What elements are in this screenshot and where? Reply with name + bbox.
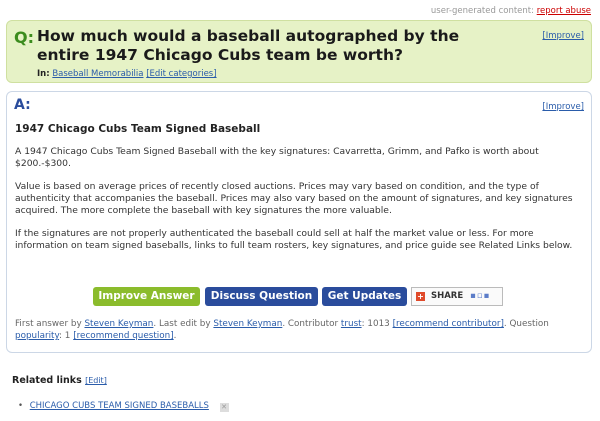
question-categories: In: Baseball Memorabilia [Edit categorie… (37, 69, 217, 79)
credit-text: . Question (503, 319, 549, 329)
improve-answer-link[interactable]: [Improve] (542, 102, 584, 112)
answer-title: 1947 Chicago Cubs Team Signed Baseball (15, 123, 261, 135)
answer-paragraph: A 1947 Chicago Cubs Team Signed Baseball… (15, 146, 539, 169)
in-label: In: (37, 69, 50, 79)
plus-icon: + (416, 292, 425, 301)
get-updates-button[interactable]: Get Updates (322, 287, 407, 306)
trust-value: : 1013 (361, 319, 390, 329)
related-link[interactable]: CHICAGO CUBS TEAM SIGNED BASEBALLS (30, 401, 209, 411)
credit-text: . Contributor (282, 319, 339, 329)
related-links-list: • CHICAGO CUBS TEAM SIGNED BASEBALLS ✕ (18, 401, 229, 412)
popularity-value: : 1 (59, 331, 71, 341)
report-abuse-link[interactable]: report abuse (537, 6, 591, 16)
answer-marker: A: (14, 97, 31, 113)
discuss-question-button[interactable]: Discuss Question (205, 287, 318, 306)
improve-answer-button[interactable]: Improve Answer (93, 287, 200, 306)
recommend-question-link[interactable]: [recommend question] (73, 331, 173, 341)
related-title: Related links (12, 375, 82, 386)
trust-link[interactable]: trust (341, 319, 362, 329)
share-label: SHARE (430, 291, 464, 301)
answer-box: A: [Improve] 1947 Chicago Cubs Team Sign… (6, 91, 592, 353)
edit-related-link[interactable]: [Edit] (85, 376, 107, 385)
popularity-link[interactable]: popularity (15, 331, 59, 341)
ugc-label: user-generated content: (430, 6, 534, 16)
last-author-link[interactable]: Steven Keyman (213, 319, 282, 329)
bullet: • (18, 401, 24, 411)
ugc-notice: user-generated content: report abuse (431, 6, 591, 16)
edit-categories-link[interactable]: [Edit categories] (146, 69, 216, 79)
answer-credits: First answer by Steven Keyman. Last edit… (15, 318, 587, 342)
answer-paragraph: If the signatures are not properly authe… (15, 228, 573, 251)
credit-text: . (173, 331, 177, 341)
credit-text: First answer by (15, 319, 82, 329)
social-icons: ▪▫▪ (470, 291, 491, 301)
share-button[interactable]: + SHARE ▪▫▪ (411, 287, 503, 306)
improve-question-link[interactable]: [Improve] (542, 31, 584, 41)
credit-text: . Last edit by (153, 319, 211, 329)
answer-paragraph: Value is based on average prices of rece… (15, 181, 573, 216)
category-link[interactable]: Baseball Memorabilia (52, 69, 143, 79)
remove-link-icon[interactable]: ✕ (219, 403, 229, 412)
first-author-link[interactable]: Steven Keyman (84, 319, 153, 329)
related-links-heading: Related links [Edit] (12, 375, 107, 386)
question-box: Q: How much would a baseball autographed… (6, 20, 592, 83)
recommend-contributor-link[interactable]: [recommend contributor] (393, 319, 504, 329)
question-marker: Q: (14, 28, 34, 47)
question-title: How much would a baseball autographed by… (37, 27, 460, 64)
